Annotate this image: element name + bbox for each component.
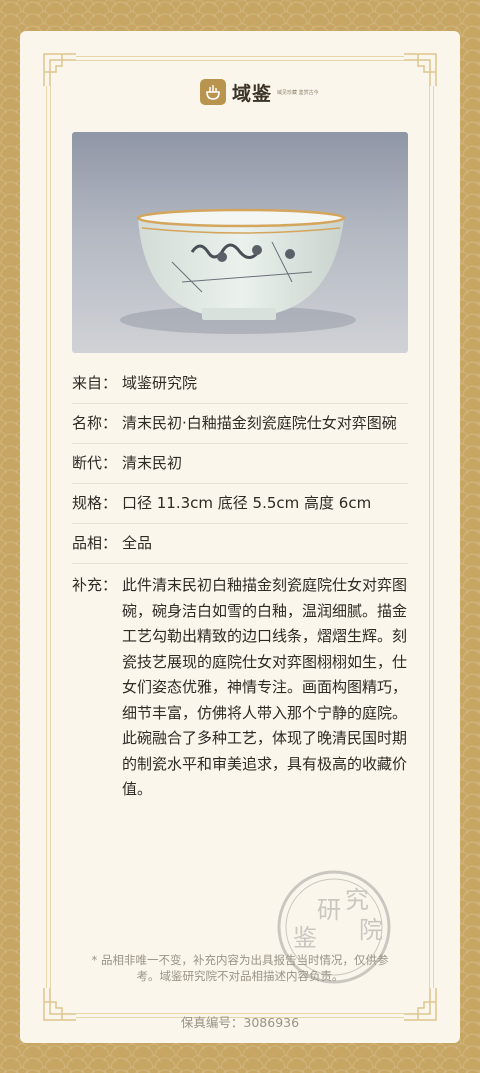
detail-key: 断代： [72,454,118,472]
detail-key: 名称： [72,414,118,432]
detail-value: 清末民初 [122,454,183,472]
detail-row-condition: 品相： 全品 [72,524,408,564]
detail-key: 品相： [72,534,118,552]
svg-text:鉴: 鉴 [293,924,317,952]
serial-number: 保真编号：3086936 [180,1015,300,1030]
detail-key: 补充： [72,576,118,594]
item-photo [72,132,408,353]
svg-text:究: 究 [345,886,369,914]
disclaimer-note: * 品相非唯一不变，补充内容为出具报告当时情况，仅供参考。域鉴研究院不对品相描述… [91,953,389,983]
brand-tagline: 域见珍藏 鉴赏古今 [277,89,319,96]
detail-key: 来自： [72,374,118,392]
brand-name: 域鉴 [232,82,273,105]
svg-text:院: 院 [359,916,383,944]
detail-row-spec: 规格： 口径 11.3cm 底径 5.5cm 高度 6cm [72,484,408,524]
detail-row-name: 名称： 清末民初·白釉描金刻瓷庭院仕女对弈图碗 [72,404,408,444]
detail-row-dynasty: 断代： 清末民初 [72,444,408,484]
detail-row-supplement: 补充： 此件清末民初白釉描金刻瓷庭院仕女对弈图碗，碗身洁白如雪的白釉，温润细腻。… [72,564,408,812]
detail-key: 规格： [72,494,118,512]
svg-text:研: 研 [317,896,341,924]
detail-value: 口径 11.3cm 底径 5.5cm 高度 6cm [122,494,372,512]
detail-row-source: 来自： 域鉴研究院 [72,364,408,404]
details-list: 来自： 域鉴研究院 名称： 清末民初·白釉描金刻瓷庭院仕女对弈图碗 断代： 清末… [72,364,408,812]
detail-value: 域鉴研究院 [122,374,198,392]
brand-logo: 域鉴 域见珍藏 鉴赏古今 [200,78,319,106]
detail-value: 清末民初·白釉描金刻瓷庭院仕女对弈图碗 [122,414,397,432]
detail-value: 全品 [122,534,153,552]
detail-value: 此件清末民初白釉描金刻瓷庭院仕女对弈图碗，碗身洁白如雪的白釉，温润细腻。描金工艺… [122,576,408,798]
logo-icon [200,79,226,105]
